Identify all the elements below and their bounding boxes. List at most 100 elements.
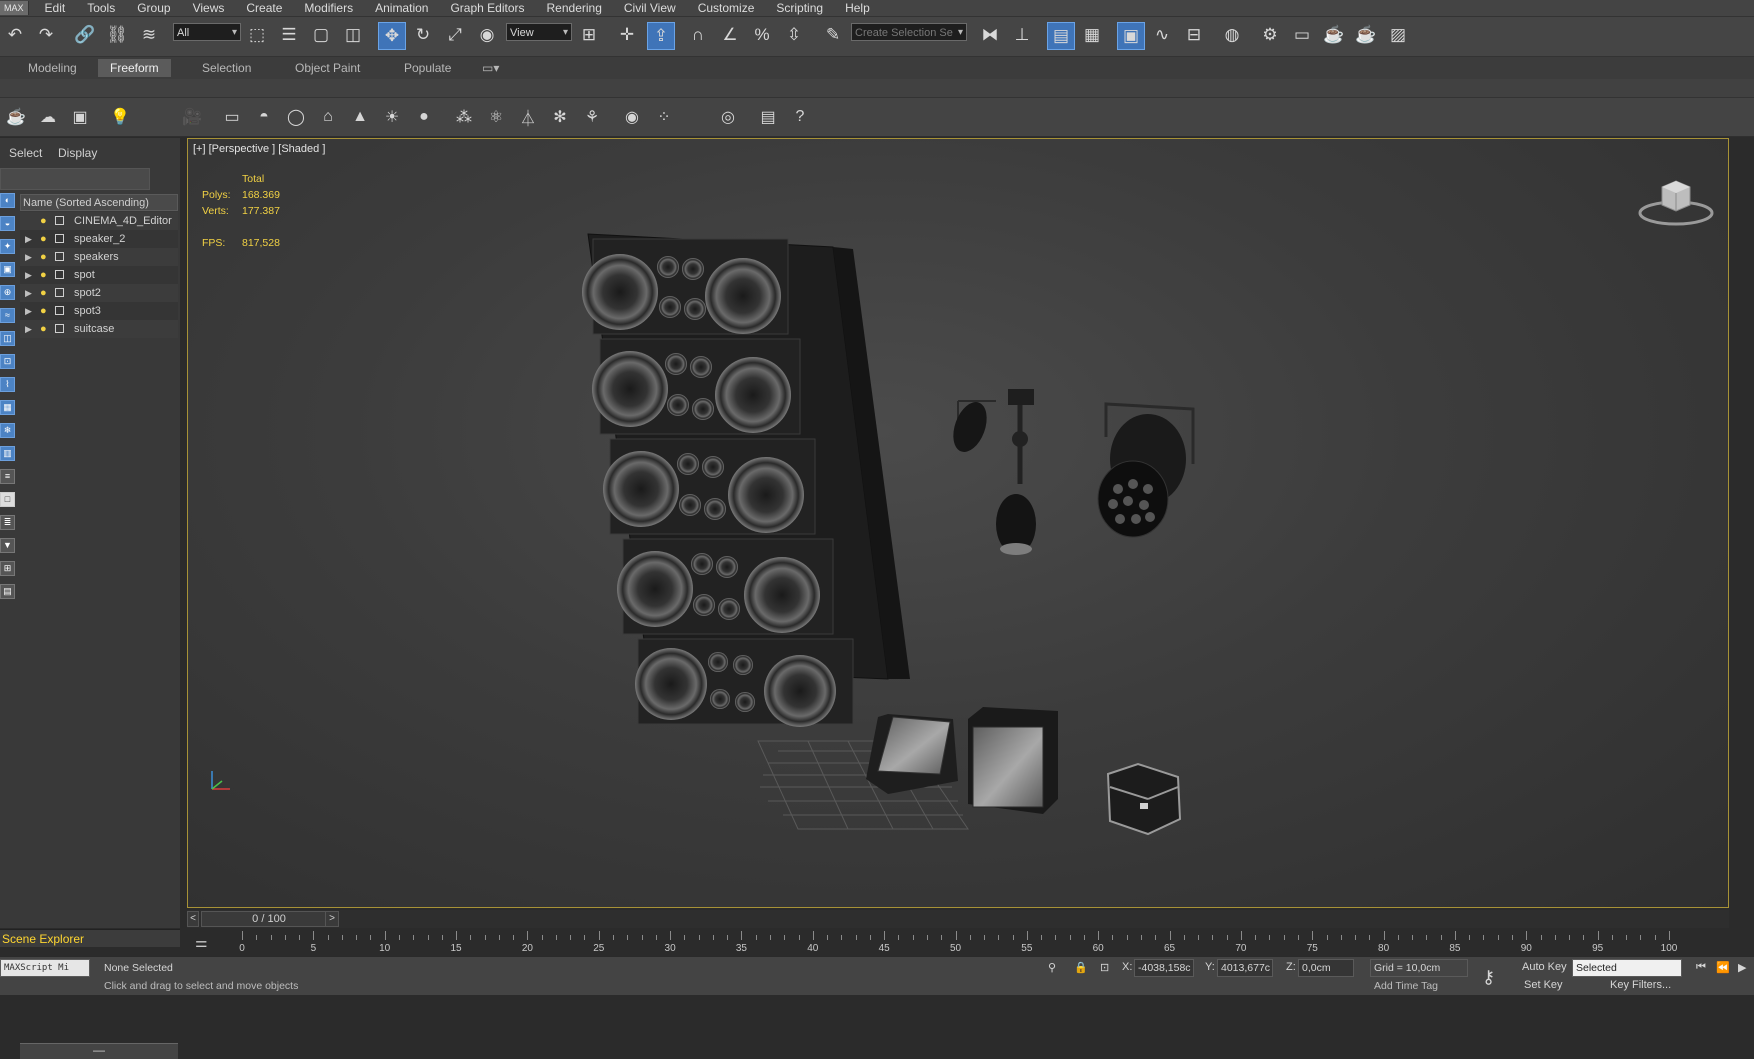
- render-region-icon[interactable]: ◎: [716, 106, 740, 128]
- menu-views[interactable]: Views: [183, 0, 237, 16]
- isolate-icon[interactable]: ⚲: [1048, 961, 1056, 974]
- display-xrefs-icon[interactable]: ⊡: [0, 354, 15, 369]
- layer-explorer-icon[interactable]: ▦: [1079, 22, 1105, 48]
- z-coord-field[interactable]: 0,0cm: [1298, 959, 1354, 977]
- app-logo[interactable]: MAX: [0, 1, 29, 15]
- reference-coordinate-dropdown[interactable]: View: [506, 23, 572, 42]
- list-item[interactable]: ▶ ● spot: [20, 266, 178, 284]
- angle-snap-icon[interactable]: ∠: [717, 22, 743, 48]
- explorer-column-header[interactable]: Name (Sorted Ascending): [20, 194, 178, 211]
- mini-curve-editor-icon[interactable]: ⚌: [195, 934, 208, 951]
- display-cameras-icon[interactable]: ▣: [0, 262, 15, 277]
- menu-customize[interactable]: Customize: [688, 0, 767, 16]
- menu-rendering[interactable]: Rendering: [537, 0, 614, 16]
- list-view-icon[interactable]: ≡: [0, 469, 15, 484]
- spinner-snap-icon[interactable]: ⇳: [781, 22, 807, 48]
- color-dots-icon[interactable]: ⁘: [652, 106, 676, 128]
- explorer-menu-select[interactable]: Select: [9, 146, 42, 160]
- redo-icon[interactable]: ↷: [33, 22, 59, 48]
- floor-monitor[interactable]: [866, 714, 958, 794]
- tab-freeform[interactable]: Freeform: [98, 59, 171, 77]
- display-lights-icon[interactable]: ✦: [0, 239, 15, 254]
- light-bulb-icon[interactable]: ●: [40, 302, 47, 320]
- set-key-button[interactable]: Set Key: [1524, 979, 1563, 991]
- render-production-icon[interactable]: ☕: [1321, 22, 1347, 48]
- rendered-frame-window-icon[interactable]: ▭: [1289, 22, 1315, 48]
- material-sphere-icon[interactable]: ◉: [620, 106, 644, 128]
- layers-icon[interactable]: ▤: [756, 106, 780, 128]
- display-frozen-icon[interactable]: ❄: [0, 423, 15, 438]
- molecule-icon[interactable]: ⚛: [484, 106, 508, 128]
- display-containers-icon[interactable]: ▦: [0, 400, 15, 415]
- auto-key-button[interactable]: Auto Key: [1522, 961, 1567, 973]
- link-icon[interactable]: 🔗: [72, 22, 98, 48]
- add-time-tag[interactable]: Add Time Tag: [1370, 977, 1468, 995]
- sun-icon[interactable]: ☀: [380, 106, 404, 128]
- menu-scripting[interactable]: Scripting: [766, 0, 835, 16]
- material-editor-icon[interactable]: ◍: [1219, 22, 1245, 48]
- track-bar[interactable]: ⚌ 0 5 10 15 20 25 30 35 40 45 50 55 60 65 70 75 80 85 90 95…: [187, 928, 1729, 954]
- keyboard-shortcut-override-icon[interactable]: ⇪: [647, 22, 675, 50]
- gear-icon[interactable]: ✻: [548, 106, 572, 128]
- explorer-menu-display[interactable]: Display: [58, 146, 97, 160]
- list-item[interactable]: ▶ ● speakers: [20, 248, 178, 266]
- ribbon-options-icon[interactable]: ▭▾: [470, 59, 511, 77]
- display-none-icon[interactable]: ≣: [0, 515, 15, 530]
- render-in-cloud-icon[interactable]: ▨: [1385, 22, 1411, 48]
- select-object-icon[interactable]: ⬚: [244, 22, 270, 48]
- layer-icon[interactable]: ▤: [0, 584, 15, 599]
- rect-region-icon[interactable]: ▢: [308, 22, 334, 48]
- menu-modifiers[interactable]: Modifiers: [294, 0, 365, 16]
- light-sphere-icon[interactable]: ●: [412, 106, 436, 128]
- go-to-start-icon[interactable]: ⏮: [1696, 961, 1706, 974]
- light-bulb-icon[interactable]: ●: [40, 284, 47, 302]
- sphere-icon[interactable]: ◯: [284, 106, 308, 128]
- hemisphere-icon[interactable]: ◓: [252, 106, 276, 128]
- filter-icon[interactable]: ▼: [0, 538, 15, 553]
- play-icon[interactable]: ▶: [1738, 961, 1746, 974]
- expand-arrow-icon[interactable]: ▶: [25, 320, 35, 338]
- absolute-mode-icon[interactable]: ⊡: [1100, 961, 1109, 974]
- menu-civil-view[interactable]: Civil View: [614, 0, 688, 16]
- ribbon-toggle-icon[interactable]: ▣: [1117, 22, 1145, 50]
- y-coord-field[interactable]: 4013,677c: [1217, 959, 1273, 977]
- x-coord-field[interactable]: -4038,158c: [1134, 959, 1194, 977]
- display-geometry-icon[interactable]: ◐: [0, 193, 15, 208]
- menu-edit[interactable]: Edit: [35, 0, 78, 16]
- grass-icon[interactable]: ⚘: [580, 106, 604, 128]
- list-item[interactable]: ● CINEMA_4D_Editor: [20, 212, 178, 230]
- scene-explorer-toggle-icon[interactable]: ▤: [1047, 22, 1075, 50]
- light-list-icon[interactable]: 💡: [108, 106, 132, 128]
- tab-modeling[interactable]: Modeling: [16, 59, 89, 77]
- select-by-name-icon[interactable]: ☰: [276, 22, 302, 48]
- undo-icon[interactable]: ↶: [2, 22, 28, 48]
- box-icon[interactable]: ▭: [220, 106, 244, 128]
- box-speaker[interactable]: [968, 707, 1058, 814]
- render-setup-icon[interactable]: ⚙: [1257, 22, 1283, 48]
- unlink-icon[interactable]: ⛓: [104, 22, 130, 48]
- select-manipulate-icon[interactable]: ✛: [614, 22, 640, 48]
- tab-populate[interactable]: Populate: [392, 59, 463, 77]
- schematic-view-icon[interactable]: ⊟: [1181, 22, 1207, 48]
- light-bulb-icon[interactable]: ●: [40, 212, 47, 230]
- cone-icon[interactable]: ▲: [348, 106, 372, 128]
- basket-icon[interactable]: ⌂: [316, 106, 340, 128]
- key-filters-button[interactable]: Key Filters...: [1610, 979, 1671, 991]
- display-spacewarps-icon[interactable]: ≈: [0, 308, 15, 323]
- pivot-center-icon[interactable]: ⊞: [576, 22, 602, 48]
- list-item[interactable]: ▶ ● speaker_2: [20, 230, 178, 248]
- time-slider-next[interactable]: >: [325, 911, 339, 927]
- teapot-icon[interactable]: ☕: [4, 106, 28, 128]
- light-bulb-icon[interactable]: ●: [40, 320, 47, 338]
- time-slider-prev[interactable]: <: [187, 911, 199, 927]
- particle-icon[interactable]: ⁂: [452, 106, 476, 128]
- selection-filter-dropdown[interactable]: All: [173, 23, 241, 42]
- menu-tools[interactable]: Tools: [77, 0, 127, 16]
- menu-create[interactable]: Create: [236, 0, 294, 16]
- display-helpers-icon[interactable]: ⊕: [0, 285, 15, 300]
- display-hidden-icon[interactable]: ▥: [0, 446, 15, 461]
- mirror-icon[interactable]: ⧓: [977, 22, 1003, 48]
- speaker-stack[interactable]: [582, 233, 910, 727]
- auto-key-selection-dropdown[interactable]: Selected: [1572, 959, 1682, 977]
- scene-explorer-title[interactable]: Scene Explorer: [0, 929, 180, 947]
